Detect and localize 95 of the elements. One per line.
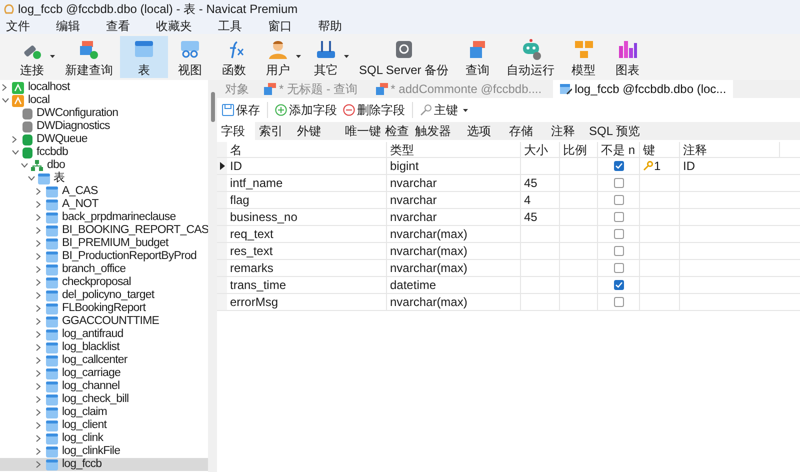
column-header[interactable]: 比例 — [560, 142, 598, 157]
toolbar-button[interactable]: 其它 — [304, 36, 348, 78]
tab[interactable]: 触发器 — [411, 122, 463, 140]
tree-item[interactable]: DWQueue — [0, 133, 208, 146]
tab[interactable]: 检查 — [381, 122, 411, 140]
toolbar-button[interactable]: 新建查询 — [58, 36, 120, 78]
toolbar-button[interactable]: 主键 — [419, 101, 459, 119]
table-cell[interactable]: nvarchar(max) — [387, 226, 521, 242]
column-header[interactable]: 键 — [640, 142, 680, 157]
tree-item[interactable]: log_callcenter — [0, 354, 208, 367]
tree-item[interactable]: checkproposal — [0, 276, 208, 289]
toolbar-button[interactable]: 添加字段 — [274, 101, 338, 119]
tab[interactable]: 唯一键 — [341, 122, 381, 140]
table-cell[interactable]: nvarchar — [387, 175, 521, 191]
toolbar-button[interactable]: 自动运行 — [500, 36, 562, 78]
table-cell[interactable]: nvarchar(max) — [387, 243, 521, 259]
tab[interactable]: 字段 — [217, 122, 255, 140]
tree-item[interactable]: local — [0, 94, 208, 107]
column-header[interactable]: 不是 n — [598, 142, 640, 157]
tree-item[interactable]: BI_ProductionReportByProd — [0, 250, 208, 263]
table-cell[interactable]: nvarchar(max) — [387, 294, 521, 310]
table-cell[interactable]: 4 — [521, 192, 560, 208]
menu-item[interactable]: 编辑 — [50, 16, 86, 34]
table-cell[interactable]: 45 — [521, 175, 560, 191]
tree-item[interactable]: GGACCOUNTTIME — [0, 315, 208, 328]
tree-item[interactable]: back_prpdmarineclause — [0, 211, 208, 224]
tree-item[interactable]: DWDiagnostics — [0, 120, 208, 133]
tab[interactable]: 注释 — [547, 122, 585, 140]
menu-item[interactable]: 查看 — [100, 16, 136, 34]
tree-item[interactable]: log_carriage — [0, 367, 208, 380]
toolbar-button[interactable]: 表 — [120, 36, 168, 78]
toolbar-button[interactable]: 连接 — [10, 36, 54, 78]
tree-item[interactable]: log_antifraud — [0, 328, 208, 341]
table-cell[interactable]: errorMsg — [227, 294, 387, 310]
toolbar-button[interactable]: 图表 — [606, 36, 650, 78]
tree-item[interactable]: log_clinkFile — [0, 445, 208, 458]
tree-item[interactable]: log_check_bill — [0, 393, 208, 406]
tree-item[interactable]: localhost — [0, 81, 208, 94]
table-cell[interactable]: nvarchar — [387, 209, 521, 225]
key-order: 1 — [654, 158, 661, 174]
table-cell[interactable]: flag — [227, 192, 387, 208]
tree-item[interactable]: FLBookingReport — [0, 302, 208, 315]
table-cell[interactable]: nvarchar(max) — [387, 260, 521, 276]
tree-item[interactable]: fccbdb — [0, 146, 208, 159]
tree-item[interactable]: log_client — [0, 419, 208, 432]
table-cell[interactable]: 45 — [521, 209, 560, 225]
tree-item[interactable]: log_channel — [0, 380, 208, 393]
tree-item[interactable]: dbo — [0, 159, 208, 172]
toolbar-button[interactable]: 函数 — [212, 36, 256, 78]
column-header[interactable]: 注释 — [680, 142, 780, 157]
table-cell[interactable]: ID — [680, 158, 780, 174]
column-header[interactable]: 名 — [227, 142, 387, 157]
toolbar-button[interactable]: 保存 — [221, 101, 261, 119]
tree-item[interactable]: A_NOT — [0, 198, 208, 211]
menu-item[interactable]: 收藏夹 — [150, 16, 198, 34]
table-cell[interactable]: intf_name — [227, 175, 387, 191]
tab[interactable]: 选项 — [463, 122, 505, 140]
table-cell[interactable]: req_text — [227, 226, 387, 242]
tree-item[interactable]: log_claim — [0, 406, 208, 419]
menu-item[interactable]: 窗口 — [262, 16, 298, 34]
table-cell[interactable]: nvarchar — [387, 192, 521, 208]
toolbar-button[interactable]: 模型 — [562, 36, 606, 78]
toolbar-button[interactable]: 删除字段 — [342, 101, 406, 119]
tree-item[interactable]: del_policyno_target — [0, 289, 208, 302]
toolbar-button[interactable]: 用户 — [256, 36, 300, 78]
tree-item[interactable]: log_clink — [0, 432, 208, 445]
table-cell[interactable]: trans_time — [227, 277, 387, 293]
column-header[interactable]: 类型 — [387, 142, 521, 157]
table-cell[interactable]: datetime — [387, 277, 521, 293]
menu-item[interactable]: 工具 — [212, 16, 248, 34]
tree-item[interactable]: BI_PREMIUM_budget — [0, 237, 208, 250]
menu-item[interactable]: 帮助 — [312, 16, 348, 34]
window-title: log_fccb @fccbdb.dbo (local) - 表 - Navicat Premium — [18, 0, 298, 18]
tree-item[interactable]: 表 — [0, 172, 208, 185]
tree-item[interactable]: branch_office — [0, 263, 208, 276]
tab[interactable]: 索引 — [255, 122, 293, 140]
tree-item[interactable]: BI_BOOKING_REPORT_CAS — [0, 224, 208, 237]
tab[interactable]: log_fccb @fccbdb.dbo (loc... — [552, 80, 734, 98]
menu-item[interactable]: 文件 — [0, 16, 36, 34]
tree-item[interactable]: A_CAS — [0, 185, 208, 198]
toolbar-button[interactable]: 视图 — [168, 36, 212, 78]
tree-item[interactable]: log_blacklist — [0, 341, 208, 354]
toolbar-button[interactable]: SQL Server 备份 — [352, 36, 456, 78]
toolbar-button[interactable]: 查询 — [456, 36, 500, 78]
table-cell[interactable]: ID — [227, 158, 387, 174]
tab[interactable]: 存储 — [505, 122, 547, 140]
tree-item[interactable]: DWConfiguration — [0, 107, 208, 120]
table-cell[interactable]: bigint — [387, 158, 521, 174]
column-header[interactable]: 大小 — [521, 142, 560, 157]
tab[interactable]: SQL 预览 — [585, 122, 645, 140]
table-cell[interactable]: business_no — [227, 209, 387, 225]
tab[interactable]: 外键 — [293, 122, 341, 140]
tree-item[interactable]: log_fccb — [0, 458, 208, 471]
table-cell[interactable]: res_text — [227, 243, 387, 259]
table-cell[interactable]: remarks — [227, 260, 387, 276]
